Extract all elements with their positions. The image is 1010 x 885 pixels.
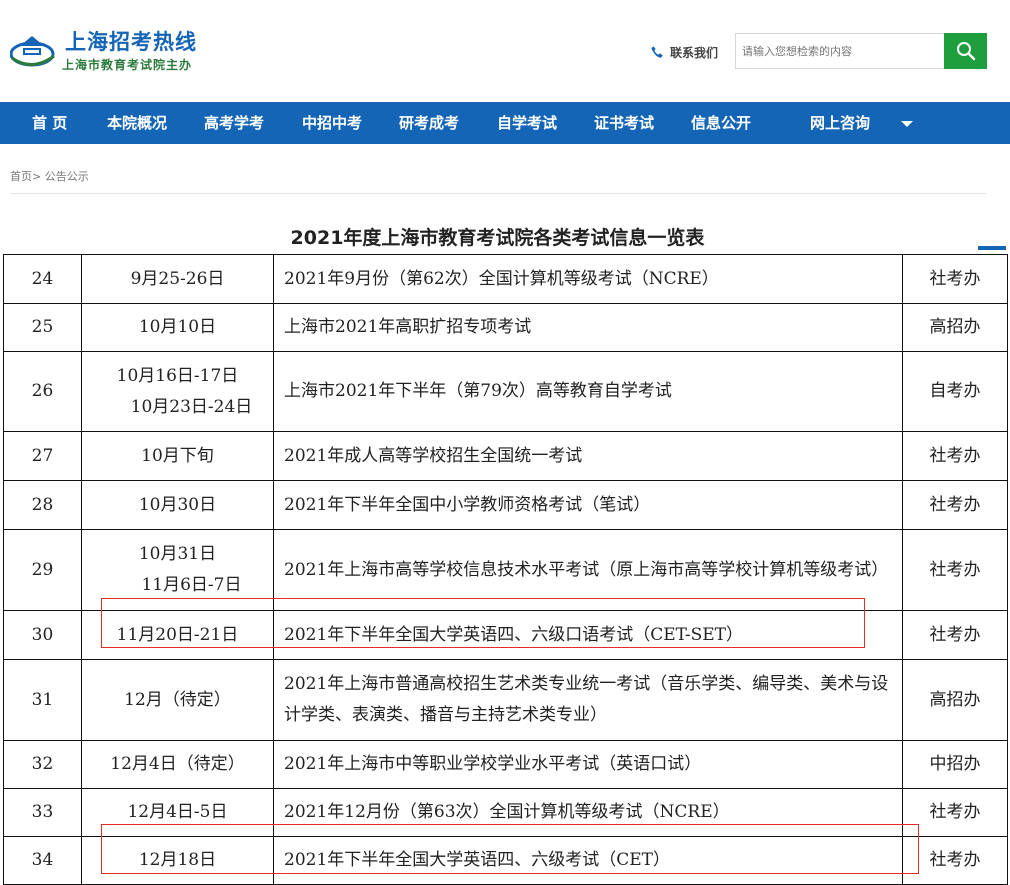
exam-office: 社考办 bbox=[902, 836, 1008, 885]
exam-date: 10月31日 11月6日-7日 bbox=[81, 529, 274, 611]
exam-office: 社考办 bbox=[902, 254, 1008, 304]
search-button[interactable] bbox=[944, 33, 987, 69]
exam-office: 中招办 bbox=[902, 740, 1008, 789]
page-title: 2021年度上海市教育考试院各类考试信息一览表 bbox=[290, 227, 705, 249]
row-number: 26 bbox=[3, 351, 82, 432]
table-row: 32 12月4日（待定） 2021年上海市中等职业学校学业水平考试（英语口试） … bbox=[3, 740, 1008, 789]
exam-schedule-table: 24 9月25-26日 2021年9月份（第62次）全国计算机等级考试（NCRE… bbox=[3, 254, 1008, 885]
breadcrumb-separator: > bbox=[32, 170, 42, 183]
table-row: 33 12月4日-5日 2021年12月份（第63次）全国计算机等级考试（NCR… bbox=[3, 788, 1008, 837]
site-subtitle: 上海市教育考试院主办 bbox=[62, 58, 193, 72]
breadcrumb-home[interactable]: 首页 bbox=[10, 170, 32, 183]
table-row: 30 11月20日-21日 2021年下半年全国大学英语四、六级口语考试（CET… bbox=[3, 610, 1008, 660]
row-number: 30 bbox=[3, 610, 82, 660]
exam-office: 高招办 bbox=[902, 303, 1008, 352]
exam-office: 社考办 bbox=[902, 480, 1008, 530]
contact-us-link[interactable]: 联系我们 bbox=[650, 42, 718, 62]
table-row: 28 10月30日 2021年下半年全国中小学教师资格考试（笔试） 社考办 bbox=[3, 480, 1008, 530]
exam-name: 2021年下半年全国大学英语四、六级口语考试（CET-SET） bbox=[273, 610, 903, 660]
exam-date-line: 10月16日-17日 bbox=[116, 365, 239, 386]
contact-us-label: 联系我们 bbox=[670, 45, 719, 60]
nav-item-self-study[interactable]: 自学考试 bbox=[497, 102, 557, 144]
exam-date-line: 10月下旬 bbox=[141, 445, 214, 466]
nav-item-home[interactable]: 首 页 bbox=[32, 102, 67, 144]
table-row: 34 12月18日 2021年下半年全国大学英语四、六级考试（CET） 社考办 bbox=[3, 836, 1008, 885]
table-row: 31 12月（待定） 2021年上海市普通高校招生艺术类专业统一考试（音乐学类、… bbox=[3, 659, 1008, 741]
row-number: 27 bbox=[3, 431, 82, 481]
exam-date: 11月20日-21日 bbox=[81, 610, 274, 660]
nav-item-zhongkao[interactable]: 中招中考 bbox=[302, 102, 362, 144]
table-row: 24 9月25-26日 2021年9月份（第62次）全国计算机等级考试（NCRE… bbox=[3, 254, 1008, 304]
exam-office: 自考办 bbox=[902, 351, 1008, 432]
exam-office: 社考办 bbox=[902, 610, 1008, 660]
row-number: 24 bbox=[3, 254, 82, 304]
main-nav: 首 页 本院概况 高考学考 中招中考 研考成考 自学考试 证书考试 信息公开 网… bbox=[0, 102, 1010, 144]
row-number: 31 bbox=[3, 659, 82, 741]
exam-date-line: 9月25-26日 bbox=[130, 268, 225, 289]
title-accent-bar bbox=[978, 246, 1006, 250]
phone-icon bbox=[651, 46, 663, 58]
exam-name: 2021年下半年全国大学英语四、六级考试（CET） bbox=[273, 836, 903, 885]
search-box bbox=[735, 33, 987, 69]
breadcrumb-current[interactable]: 公告公示 bbox=[45, 170, 89, 183]
nav-item-disclosure[interactable]: 信息公开 bbox=[691, 102, 751, 144]
exam-name: 上海市2021年下半年（第79次）高等教育自学考试 bbox=[273, 351, 903, 432]
search-input[interactable] bbox=[735, 33, 945, 69]
exam-date: 12月4日（待定） bbox=[81, 740, 274, 789]
row-number: 25 bbox=[3, 303, 82, 352]
exam-date-line: 11月6日-7日 bbox=[141, 575, 242, 595]
exam-office: 社考办 bbox=[902, 788, 1008, 837]
exam-date-line: 12月18日 bbox=[138, 850, 217, 870]
exam-date: 12月18日 bbox=[81, 836, 274, 885]
exam-date-line: 10月23日-24日 bbox=[130, 396, 253, 417]
nav-item-graduate-adult[interactable]: 研考成考 bbox=[399, 102, 459, 144]
breadcrumb: 首页> 公告公示 bbox=[10, 168, 89, 184]
nav-item-gaokao[interactable]: 高考学考 bbox=[204, 102, 264, 144]
row-number: 32 bbox=[3, 740, 82, 789]
exam-date-line: 10月10日 bbox=[138, 317, 217, 337]
exam-date-line: 12月4日-5日 bbox=[127, 802, 228, 822]
nav-item-about[interactable]: 本院概况 bbox=[107, 102, 167, 144]
breadcrumb-divider bbox=[10, 193, 986, 194]
exam-date: 12月4日-5日 bbox=[81, 788, 274, 837]
site-header: 上海招考热线 上海市教育考试院主办 联系我们 bbox=[0, 0, 1010, 102]
exam-name: 2021年9月份（第62次）全国计算机等级考试（NCRE） bbox=[273, 254, 903, 304]
exam-name: 2021年12月份（第63次）全国计算机等级考试（NCRE） bbox=[273, 788, 903, 837]
row-number: 29 bbox=[3, 529, 82, 611]
exam-date-line: 11月20日-21日 bbox=[116, 624, 239, 645]
exam-date-line: 12月4日（待定） bbox=[110, 754, 245, 774]
exam-name: 上海市2021年高职扩招专项考试 bbox=[273, 303, 903, 352]
row-number: 28 bbox=[3, 480, 82, 530]
exam-office: 高招办 bbox=[902, 659, 1008, 741]
row-number: 33 bbox=[3, 788, 82, 837]
exam-name: 2021年上海市中等职业学校学业水平考试（英语口试） bbox=[273, 740, 903, 789]
table-row: 25 10月10日 上海市2021年高职扩招专项考试 高招办 bbox=[3, 303, 1008, 352]
exam-date: 9月25-26日 bbox=[81, 254, 274, 304]
exam-date: 10月下旬 bbox=[81, 431, 274, 481]
table-row: 27 10月下旬 2021年成人高等学校招生全国统一考试 社考办 bbox=[3, 431, 1008, 481]
nav-item-consult[interactable]: 网上咨询 bbox=[810, 102, 870, 144]
exam-name: 2021年成人高等学校招生全国统一考试 bbox=[273, 431, 903, 481]
exam-office: 社考办 bbox=[902, 431, 1008, 481]
exam-office: 社考办 bbox=[902, 529, 1008, 611]
exam-date: 12月（待定） bbox=[81, 659, 274, 741]
site-logo[interactable]: 上海招考热线 上海市教育考试院主办 bbox=[10, 26, 200, 76]
exam-date: 10月10日 bbox=[81, 303, 274, 352]
exam-name: 2021年上海市高等学校信息技术水平考试（原上海市高等学校计算机等级考试） bbox=[273, 529, 903, 611]
table-row: 26 10月16日-17日 10月23日-24日 上海市2021年下半年（第79… bbox=[3, 351, 1008, 432]
row-number: 34 bbox=[3, 836, 82, 885]
exam-name: 2021年上海市普通高校招生艺术类专业统一考试（音乐学类、编导类、美术与设计学类… bbox=[273, 659, 903, 741]
site-title: 上海招考热线 bbox=[65, 30, 197, 54]
exam-date-line: 10月30日 bbox=[138, 494, 217, 515]
exam-date-line: 12月（待定） bbox=[124, 689, 231, 710]
caret-down-icon[interactable] bbox=[900, 119, 914, 129]
nav-item-certificate[interactable]: 证书考试 bbox=[594, 102, 654, 144]
table-row: 29 10月31日 11月6日-7日 2021年上海市高等学校信息技术水平考试（… bbox=[3, 529, 1008, 611]
exam-date: 10月30日 bbox=[81, 480, 274, 530]
smeea-logo-icon bbox=[10, 36, 55, 67]
exam-date: 10月16日-17日 10月23日-24日 bbox=[81, 351, 274, 432]
exam-date-line: 10月31日 bbox=[138, 544, 217, 564]
search-icon bbox=[956, 42, 975, 61]
exam-name: 2021年下半年全国中小学教师资格考试（笔试） bbox=[273, 480, 903, 530]
